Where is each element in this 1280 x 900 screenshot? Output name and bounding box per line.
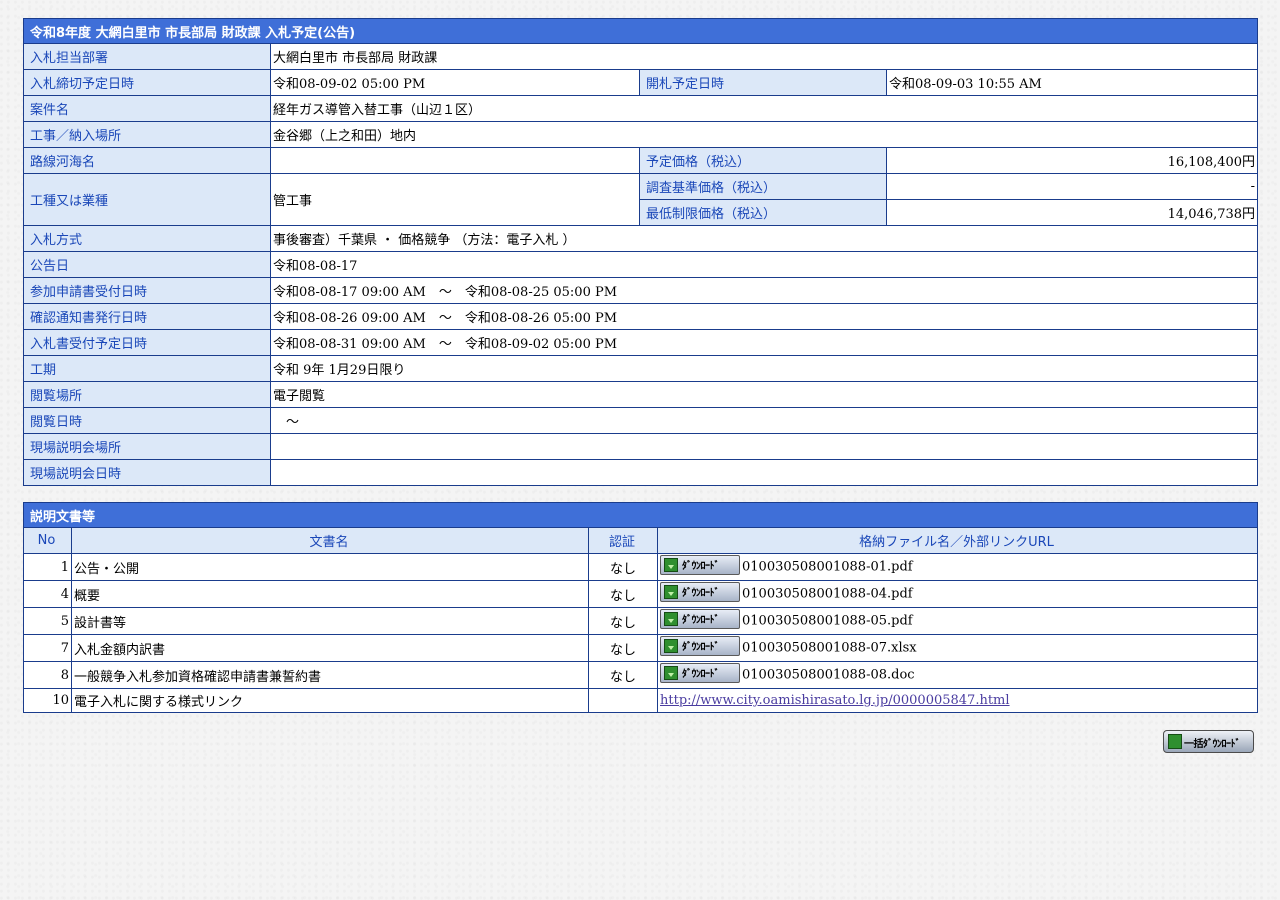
- deadline-label: 入札締切予定日時: [23, 69, 271, 96]
- doc-auth: なし: [588, 634, 658, 662]
- table-row: 8 一般競争入札参加資格確認申請書兼誓約書 なし ﾀﾞｳﾝﾛｰﾄﾞ 0100305080…: [23, 661, 1259, 689]
- col-header-auth: 認証: [588, 527, 658, 554]
- doc-name: 公告・公開: [71, 553, 589, 581]
- bid-receipt-value: 令和08-08-31 09:00 AM ～ 令和08-09-02 05:00 P…: [269, 329, 1259, 356]
- opening-value: 令和08-09-03 10:55 AM: [885, 69, 1259, 96]
- link-row-auth: [588, 688, 658, 713]
- route-label: 路線河海名: [23, 147, 271, 174]
- doc-filename: 010030508001088-01.pdf: [742, 559, 913, 575]
- download-button[interactable]: ﾀﾞｳﾝﾛｰﾄﾞ: [660, 663, 740, 683]
- doc-filename: 010030508001088-05.pdf: [742, 613, 913, 629]
- doc-auth: なし: [588, 553, 658, 581]
- site-place-value: [269, 433, 1259, 460]
- bid-info-table: 令和8年度 大網白里市 市長部局 財政課 入札予定(公告) 入札担当部署 大網白…: [22, 18, 1259, 486]
- table-row: 4 概要 なし ﾀﾞｳﾝﾛｰﾄﾞ 010030508001088-04.pdf: [23, 580, 1259, 608]
- doc-auth: なし: [588, 661, 658, 689]
- survey-price-label: 調査基準価格（税込）: [639, 173, 887, 200]
- table-row: 7 入札金額内訳書 なし ﾀﾞｳﾝﾛｰﾄﾞ 010030508001088-07.xls…: [23, 634, 1259, 662]
- bulk-download-label: 一括ﾀﾞｳﾝﾛｰﾄﾞ: [1184, 739, 1241, 750]
- download-label: ﾀﾞｳﾝﾛｰﾄﾞ: [682, 615, 720, 626]
- doc-filename: 010030508001088-07.xlsx: [742, 640, 917, 656]
- planned-price-value: 16,108,400円: [885, 147, 1259, 174]
- download-icon: [664, 558, 678, 572]
- doc-no: 5: [23, 607, 72, 635]
- doc-filename: 010030508001088-08.doc: [742, 667, 915, 683]
- doc-name: 入札金額内訳書: [71, 634, 589, 662]
- min-price-value: 14,046,738円: [885, 199, 1259, 226]
- link-row-name: 電子入札に関する様式リンク: [71, 688, 589, 713]
- viewing-date-label: 閲覧日時: [23, 407, 271, 434]
- min-price-label: 最低制限価格（税込）: [639, 199, 887, 226]
- bid-info-title: 令和8年度 大網白里市 市長部局 財政課 入札予定(公告): [22, 18, 1259, 44]
- download-label: ﾀﾞｳﾝﾛｰﾄﾞ: [682, 588, 720, 599]
- application-label: 参加申請書受付日時: [23, 277, 271, 304]
- documents-title: 説明文書等: [22, 502, 1259, 528]
- col-header-file: 格納ファイル名／外部リンクURL: [656, 527, 1259, 554]
- download-label: ﾀﾞｳﾝﾛｰﾄﾞ: [682, 669, 720, 680]
- col-header-name: 文書名: [71, 527, 589, 554]
- download-icon: [664, 585, 678, 599]
- type-value: 管工事: [270, 173, 640, 226]
- confirm-label: 確認通知書発行日時: [23, 303, 271, 330]
- type-label: 工種又は業種: [23, 173, 271, 226]
- documents-table: 説明文書等 No 文書名 認証 格納ファイル名／外部リンクURL 1 公告・公開な…: [22, 502, 1259, 713]
- project-label: 案件名: [23, 95, 271, 122]
- download-button[interactable]: ﾀﾞｳﾝﾛｰﾄﾞ: [660, 555, 740, 575]
- doc-auth: なし: [588, 580, 658, 608]
- external-link[interactable]: http://www.city.oamishirasato.lg.jp/0000…: [660, 693, 1010, 708]
- download-icon: [1168, 734, 1182, 749]
- doc-filename: 010030508001088-04.pdf: [742, 586, 913, 602]
- viewing-place-label: 閲覧場所: [23, 381, 271, 408]
- doc-auth: なし: [588, 607, 658, 635]
- notice-date-label: 公告日: [23, 251, 271, 278]
- confirm-value: 令和08-08-26 09:00 AM ～ 令和08-08-26 05:00 P…: [269, 303, 1259, 330]
- download-label: ﾀﾞｳﾝﾛｰﾄﾞ: [682, 642, 720, 653]
- doc-name: 設計書等: [71, 607, 589, 635]
- survey-price-value: -: [885, 173, 1259, 200]
- doc-no: 8: [23, 661, 72, 689]
- planned-price-label: 予定価格（税込）: [639, 147, 887, 174]
- download-icon: [664, 666, 678, 680]
- site-date-label: 現場説明会日時: [23, 459, 271, 486]
- application-value: 令和08-08-17 09:00 AM ～ 令和08-08-25 05:00 P…: [269, 277, 1259, 304]
- doc-no: 4: [23, 580, 72, 608]
- doc-no: 1: [23, 553, 72, 581]
- link-row-no: 10: [23, 688, 72, 713]
- location-value: 金谷郷（上之和田）地内: [269, 121, 1259, 148]
- table-row: 5 設計書等 なし ﾀﾞｳﾝﾛｰﾄﾞ 010030508001088-05.pdf: [23, 607, 1259, 635]
- site-date-value: [269, 459, 1259, 486]
- bulk-download-button[interactable]: 一括ﾀﾞｳﾝﾛｰﾄﾞ: [1163, 730, 1254, 753]
- doc-name: 一般競争入札参加資格確認申請書兼誓約書: [71, 661, 589, 689]
- col-header-no: No: [23, 527, 72, 554]
- site-place-label: 現場説明会場所: [23, 433, 271, 460]
- opening-label: 開札予定日時: [639, 69, 887, 96]
- doc-no: 7: [23, 634, 72, 662]
- download-icon: [664, 639, 678, 653]
- table-row: 1 公告・公開 なし ﾀﾞｳﾝﾛｰﾄﾞ 010030508001088-01.pdf: [23, 553, 1259, 581]
- viewing-date-value: ～: [269, 407, 1259, 434]
- method-value: 事後審査）千葉県 ・ 価格競争 （方法：電子入札 ）: [269, 225, 1259, 252]
- method-label: 入札方式: [23, 225, 271, 252]
- project-value: 経年ガス導管入替工事（山辺１区）: [269, 95, 1259, 122]
- period-label: 工期: [23, 355, 271, 382]
- doc-name: 概要: [71, 580, 589, 608]
- viewing-place-value: 電子閲覧: [269, 381, 1259, 408]
- dept-label: 入札担当部署: [23, 43, 271, 70]
- location-label: 工事／納入場所: [23, 121, 271, 148]
- deadline-value: 令和08-09-02 05:00 PM: [270, 69, 640, 96]
- bid-receipt-label: 入札書受付予定日時: [23, 329, 271, 356]
- download-button[interactable]: ﾀﾞｳﾝﾛｰﾄﾞ: [660, 636, 740, 656]
- dept-value: 大網白里市 市長部局 財政課: [269, 43, 1259, 70]
- route-value: [270, 147, 640, 174]
- download-label: ﾀﾞｳﾝﾛｰﾄﾞ: [682, 561, 720, 572]
- download-button[interactable]: ﾀﾞｳﾝﾛｰﾄﾞ: [660, 609, 740, 629]
- period-value: 令和 9年 1月29日限り: [269, 355, 1259, 382]
- notice-date-value: 令和08-08-17: [269, 251, 1259, 278]
- download-button[interactable]: ﾀﾞｳﾝﾛｰﾄﾞ: [660, 582, 740, 602]
- download-icon: [664, 612, 678, 626]
